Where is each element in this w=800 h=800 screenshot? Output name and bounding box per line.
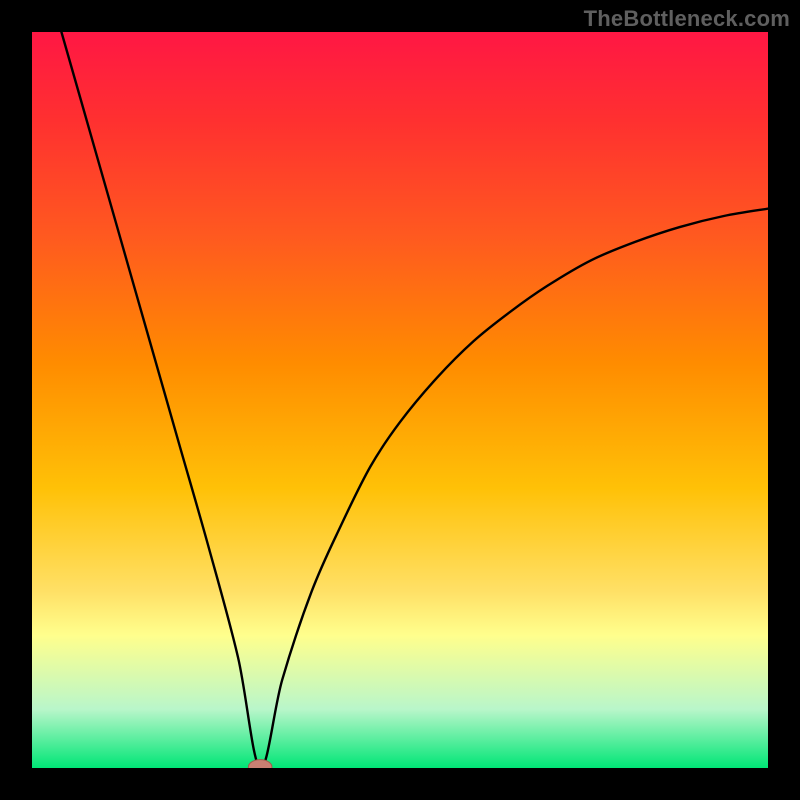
bottleneck-curve (61, 32, 768, 768)
curve-layer (32, 32, 768, 768)
plot-area (32, 32, 768, 768)
chart-frame: TheBottleneck.com (0, 0, 800, 800)
watermark-text: TheBottleneck.com (584, 6, 790, 32)
min-marker (248, 760, 272, 768)
